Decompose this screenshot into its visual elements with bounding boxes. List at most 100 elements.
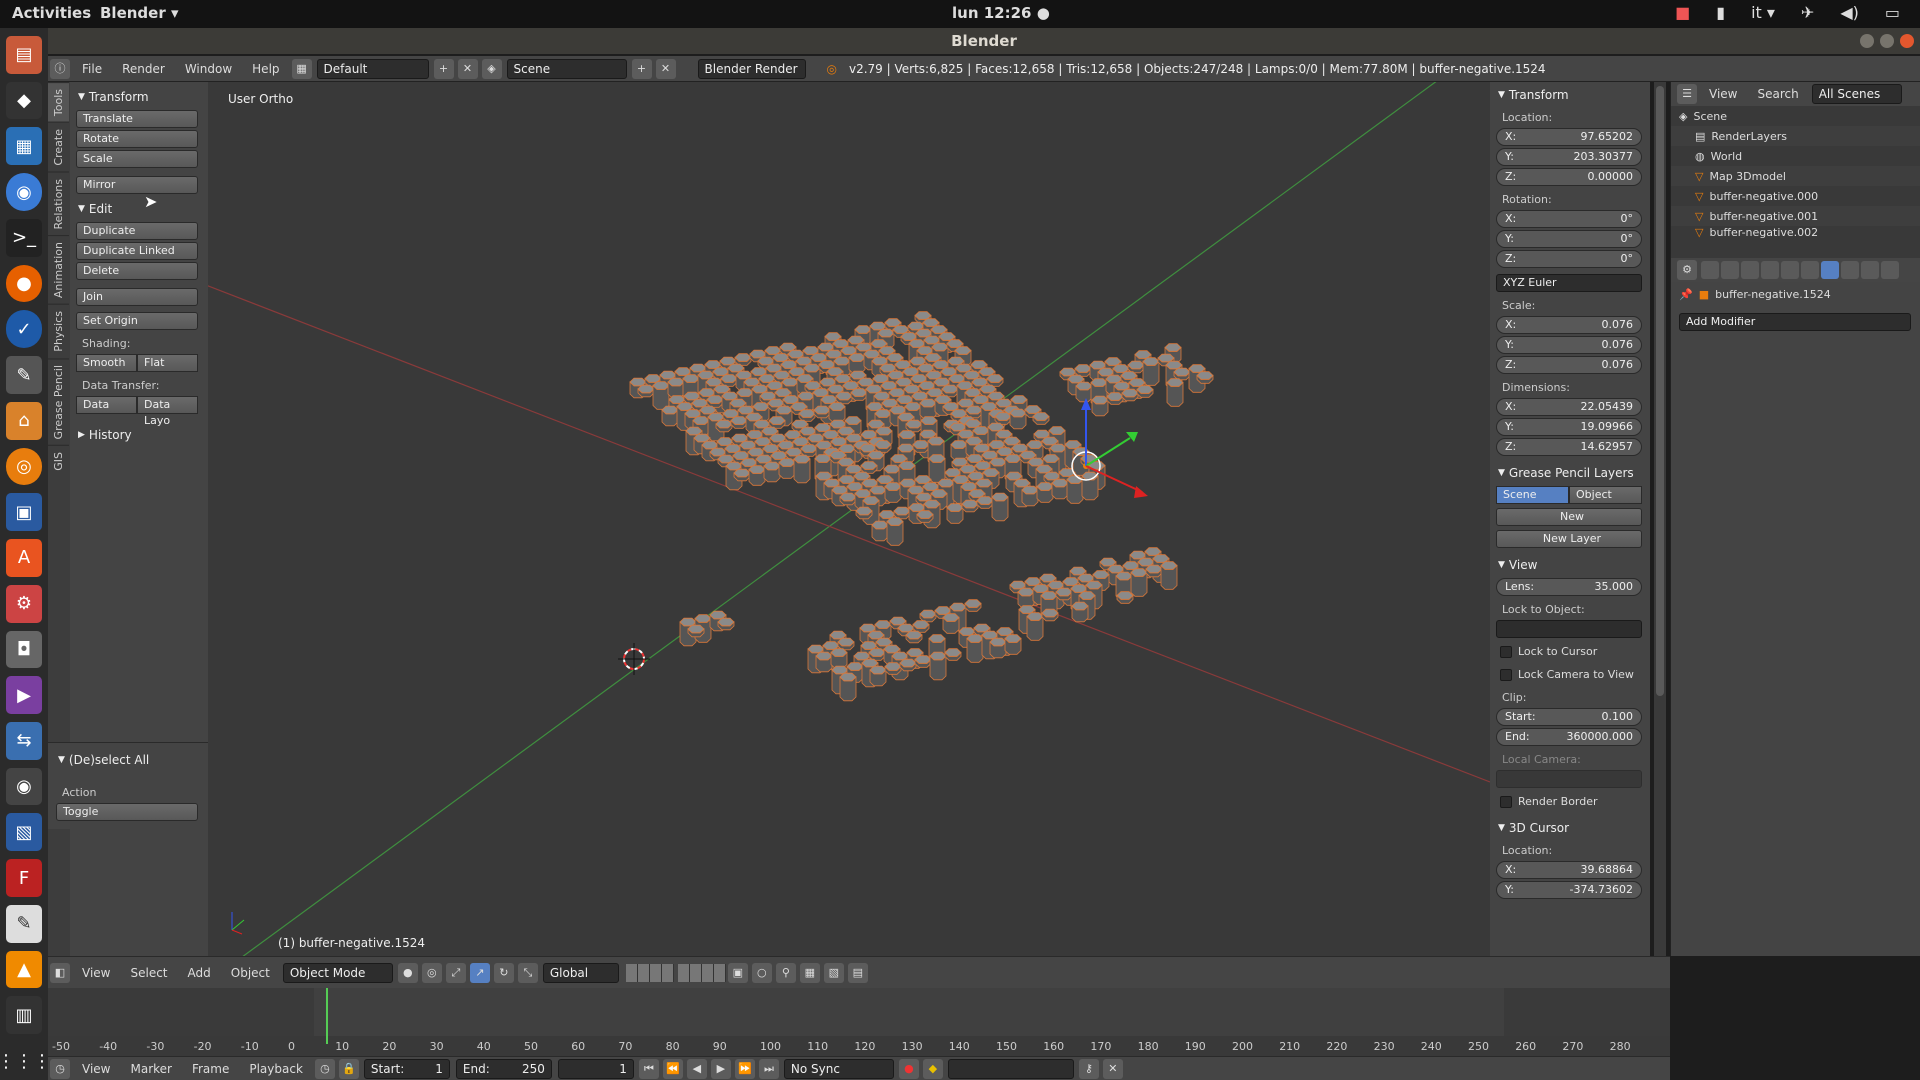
jump-end-icon[interactable]: ⏭ [758,1058,779,1079]
translate-manipulator-icon[interactable]: ↗ [469,962,490,983]
object-menu[interactable]: Object [221,966,280,980]
local-camera-field[interactable] [1496,770,1642,788]
view-menu[interactable]: View [72,966,120,980]
world-tab-icon[interactable] [1761,261,1779,279]
rotate-button[interactable]: Rotate [76,130,198,148]
duplicate-linked-button[interactable]: Duplicate Linked [76,242,198,260]
airplane-icon[interactable]: ✈ [1801,3,1814,22]
texture-tab-icon[interactable] [1881,261,1899,279]
lock-camera-checkbox[interactable]: Lock Camera to View [1496,663,1644,686]
writer-icon[interactable]: ▦ [6,127,42,166]
vlc-icon[interactable]: ▲ [6,950,42,989]
clipboard-icon[interactable]: ▮ [1716,3,1725,22]
scale-x-field[interactable]: X: 0.076 [1496,316,1642,334]
scale-z-field[interactable]: Z: 0.076 [1496,356,1642,374]
translate-button[interactable]: Translate [76,110,198,128]
proportional-edit-icon[interactable]: ○ [751,962,772,983]
end-frame-field[interactable]: End: 250 [455,1058,552,1079]
dimension-z-field[interactable]: Z: 14.62957 [1496,438,1642,456]
gp-new-layer-button[interactable]: New Layer [1496,530,1642,548]
object-tab-icon[interactable] [1781,261,1799,279]
rotation-mode-select[interactable]: XYZ Euler [1496,274,1642,292]
thunderbird-icon[interactable]: ✓ [6,310,42,349]
outliner-view-menu[interactable]: View [1699,87,1747,101]
eye-icon[interactable]: ◉ [6,767,42,806]
cursor-x-field[interactable]: X: 39.68864 [1496,861,1642,879]
flat-button[interactable]: Flat [137,354,198,372]
delete-button[interactable]: Delete [76,262,198,280]
add-layout-icon[interactable]: + [433,58,454,79]
scene-tab-icon[interactable] [1741,261,1759,279]
render-engine-select[interactable]: Blender Render [697,58,806,79]
freecad-icon[interactable]: F [6,859,42,897]
render-border-checkbox[interactable]: Render Border [1496,790,1644,813]
tab-tools[interactable]: Tools [48,82,69,123]
activities-button[interactable]: Activities [12,4,91,22]
lock-object-field[interactable] [1496,620,1642,638]
location-y-field[interactable]: Y: 203.30377 [1496,148,1642,166]
inkscape-icon[interactable]: ◆ [6,81,42,120]
location-z-field[interactable]: Z: 0.00000 [1496,168,1642,186]
scene-icon[interactable]: ◈ [481,58,502,79]
lock-layers-icon[interactable]: ▣ [727,962,748,983]
scale-y-field[interactable]: Y: 0.076 [1496,336,1642,354]
playback-menu[interactable]: Playback [239,1062,313,1076]
chromium-icon[interactable]: ◉ [6,173,42,211]
pin-icon[interactable]: 📌 [1679,288,1693,301]
close-button[interactable] [1900,34,1914,48]
start-frame-field[interactable]: Start: 1 [363,1058,450,1079]
data-tab-icon[interactable] [1841,261,1859,279]
language-indicator[interactable]: it ▾ [1751,3,1775,22]
layout-icon[interactable]: ▦ [291,58,312,79]
deselect-all-header[interactable]: ▼ (De)select All [56,749,200,771]
select-menu[interactable]: Select [120,966,177,980]
outliner-row-scene[interactable]: ◈ Scene [1671,106,1920,126]
add-modifier-select[interactable]: Add Modifier [1679,313,1911,331]
mirror-button[interactable]: Mirror [76,176,198,194]
play-reverse-icon[interactable]: ◀ [686,1058,707,1079]
active-keying-set-field[interactable] [947,1058,1074,1079]
volume-icon[interactable]: ◀) [1840,3,1859,22]
outliner-row-object[interactable]: ▽ buffer-negative.002 [1671,226,1920,238]
outliner-row-object[interactable]: ▽ buffer-negative.000 [1671,186,1920,206]
minimize-button[interactable] [1860,34,1874,48]
edit-panel-header[interactable]: ▼ Edit [76,198,202,220]
frame-menu[interactable]: Frame [182,1062,239,1076]
material-tab-icon[interactable] [1861,261,1879,279]
maximize-button[interactable] [1880,34,1894,48]
app-menu[interactable]: Blender ▾ [100,4,179,22]
settings-icon[interactable]: ⚙ [6,584,42,623]
render-tab-icon[interactable] [1701,261,1719,279]
rotate-manipulator-icon[interactable]: ↻ [493,962,514,983]
delete-keyframe-icon[interactable]: ✕ [1102,1058,1123,1079]
lock-to-cursor-checkbox[interactable]: Lock to Cursor [1496,640,1644,663]
layout-field[interactable]: Default [316,58,429,79]
add-scene-icon[interactable]: + [631,58,652,79]
outliner-row-renderlayers[interactable]: ▤ RenderLayers [1671,126,1920,146]
blender-icon[interactable]: ◎ [6,447,42,486]
grease-pencil-header[interactable]: ▼ Grease Pencil Layers [1496,462,1644,484]
n-panel-scrollbar[interactable] [1654,82,1666,956]
current-frame-field[interactable]: 1 [557,1058,634,1079]
play-icon[interactable]: ▶ [710,1058,731,1079]
clapper-icon[interactable]: ▥ [6,996,42,1035]
dimension-y-field[interactable]: Y: 19.09966 [1496,418,1642,436]
render-icon[interactable]: ▧ [823,962,844,983]
rotation-y-field[interactable]: Y: 0° [1496,230,1642,248]
clip-end-field[interactable]: End: 360000.000 [1496,728,1642,746]
add-menu[interactable]: Add [178,966,221,980]
terminal-icon[interactable]: >_ [6,218,42,257]
n-transform-header[interactable]: ▼ Transform [1496,84,1644,106]
scene-field[interactable]: Scene [506,58,627,79]
outliner-row-map[interactable]: ▽ Map 3Dmodel [1671,166,1920,186]
gp-new-button[interactable]: New [1496,508,1642,526]
current-frame-indicator[interactable] [326,988,328,1044]
rotation-x-field[interactable]: X: 0° [1496,210,1642,228]
menu-window[interactable]: Window [175,62,242,76]
sync-mode-select[interactable]: No Sync [783,1058,894,1079]
jump-start-icon[interactable]: ⏮ [638,1058,659,1079]
smooth-button[interactable]: Smooth [76,354,137,372]
layers-grid-2[interactable] [677,963,726,982]
display-mode-select[interactable]: All Scenes [1811,84,1902,104]
tab-grease-pencil[interactable]: Grease Pencil [48,357,69,446]
